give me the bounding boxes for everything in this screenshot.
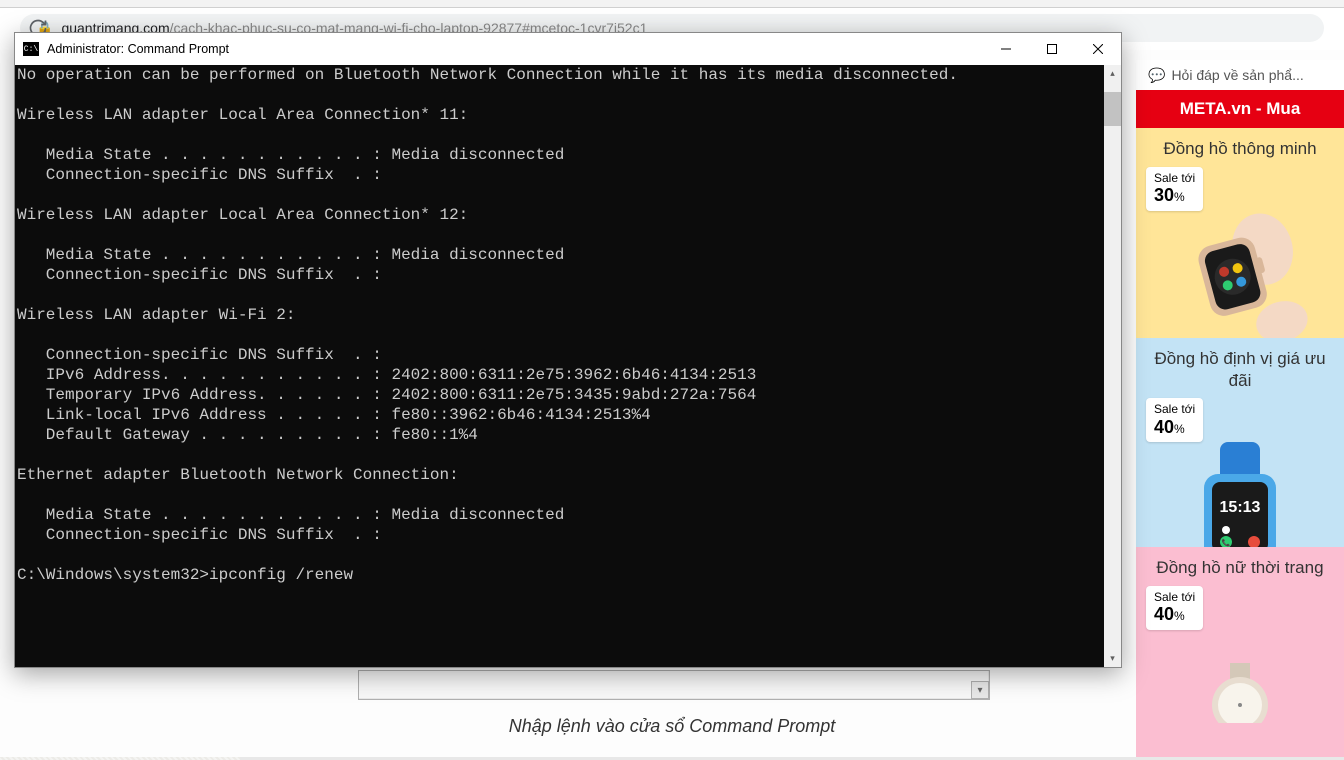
sale-badge: Sale tới 40% [1146, 586, 1203, 630]
kids-watch-icon: 15:13 📞 [1180, 442, 1300, 547]
svg-text:📞: 📞 [1222, 538, 1231, 547]
ad-block-gps-watch[interactable]: Đồng hồ định vị giá ưu đãi Sale tới 40% … [1136, 338, 1344, 548]
svg-text:15:13: 15:13 [1220, 499, 1261, 516]
scroll-down-icon[interactable]: ▾ [1104, 650, 1121, 667]
image-caption: Nhập lệnh vào cửa sổ Command Prompt [240, 716, 1104, 737]
scroll-thumb[interactable] [1104, 92, 1121, 126]
scroll-track[interactable] [1104, 82, 1121, 650]
terminal-area: No operation can be performed on Bluetoo… [15, 65, 1121, 667]
ad-title: Đồng hồ nữ thời trang [1148, 557, 1331, 579]
window-controls [983, 33, 1121, 65]
image-caption-box: ▾ [358, 670, 990, 700]
scroll-down-icon[interactable]: ▾ [971, 681, 989, 699]
scrollbar[interactable]: ▴ ▾ [1104, 65, 1121, 667]
titlebar[interactable]: C:\ Administrator: Command Prompt [15, 33, 1121, 65]
ad-banner[interactable]: META.vn - Mua [1136, 90, 1344, 128]
maximize-button[interactable] [1029, 33, 1075, 65]
window-title: Administrator: Command Prompt [47, 42, 983, 56]
ad-block-smartwatch[interactable]: Đồng hồ thông minh Sale tới 30% [1136, 128, 1344, 338]
cmd-icon: C:\ [23, 42, 39, 56]
ad-title: Đồng hồ định vị giá ưu đãi [1136, 348, 1344, 392]
close-button[interactable] [1075, 33, 1121, 65]
faq-text: Hỏi đáp về sản phẩ... [1171, 67, 1303, 83]
ad-block-women-watch[interactable]: Đồng hồ nữ thời trang Sale tới 40% [1136, 547, 1344, 757]
scroll-up-icon[interactable]: ▴ [1104, 65, 1121, 82]
minimize-button[interactable] [983, 33, 1029, 65]
command-prompt-window: C:\ Administrator: Command Prompt No ope… [14, 32, 1122, 668]
terminal-output[interactable]: No operation can be performed on Bluetoo… [15, 65, 1104, 667]
smartwatch-icon [1175, 211, 1305, 338]
sale-badge: Sale tới 30% [1146, 167, 1203, 211]
fashion-watch-icon [1190, 630, 1290, 757]
browser-tabbar [0, 0, 1344, 8]
ad-title: Đồng hồ thông minh [1155, 138, 1324, 160]
sidebar-ads: 💬 Hỏi đáp về sản phẩ... META.vn - Mua Đồ… [1136, 60, 1344, 757]
faq-link[interactable]: 💬 Hỏi đáp về sản phẩ... [1136, 60, 1344, 90]
sale-badge: Sale tới 40% [1146, 398, 1203, 442]
